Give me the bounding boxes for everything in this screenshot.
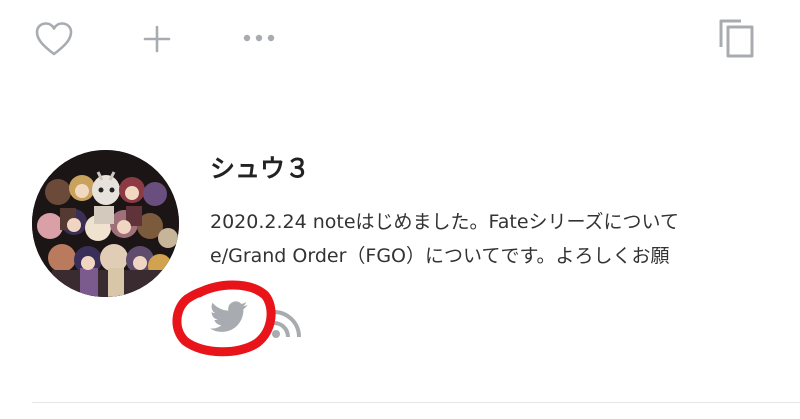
author-bio-line: e/Grand Order（FGO）についてです。よろしくお願 <box>210 245 670 267</box>
author-avatar[interactable] <box>32 150 179 297</box>
twitter-bird-icon <box>210 301 248 332</box>
add-to-magazine-button[interactable] <box>142 24 172 54</box>
author-bio: 2020.2.24 noteはじめました。Fateシリーズについて e/Gran… <box>210 205 800 273</box>
copy-link-button[interactable] <box>717 17 757 59</box>
rss-icon <box>272 309 301 338</box>
more-dots-icon <box>243 34 275 42</box>
twitter-link[interactable] <box>210 301 248 333</box>
more-options-button[interactable] <box>242 32 276 44</box>
section-divider <box>32 402 800 403</box>
copy-icon <box>719 19 754 58</box>
like-button[interactable] <box>34 21 74 57</box>
author-name[interactable]: シュウ３ <box>210 150 310 188</box>
avatar-illustration <box>32 150 179 297</box>
plus-icon <box>143 25 171 53</box>
author-bio-line: 2020.2.24 noteはじめました。Fateシリーズについて <box>210 211 679 233</box>
heart-icon <box>35 22 73 56</box>
rss-link[interactable] <box>271 307 305 339</box>
note-creator-profile-screenshot: シュウ３ 2020.2.24 noteはじめました。Fateシリーズについて e… <box>0 0 800 419</box>
